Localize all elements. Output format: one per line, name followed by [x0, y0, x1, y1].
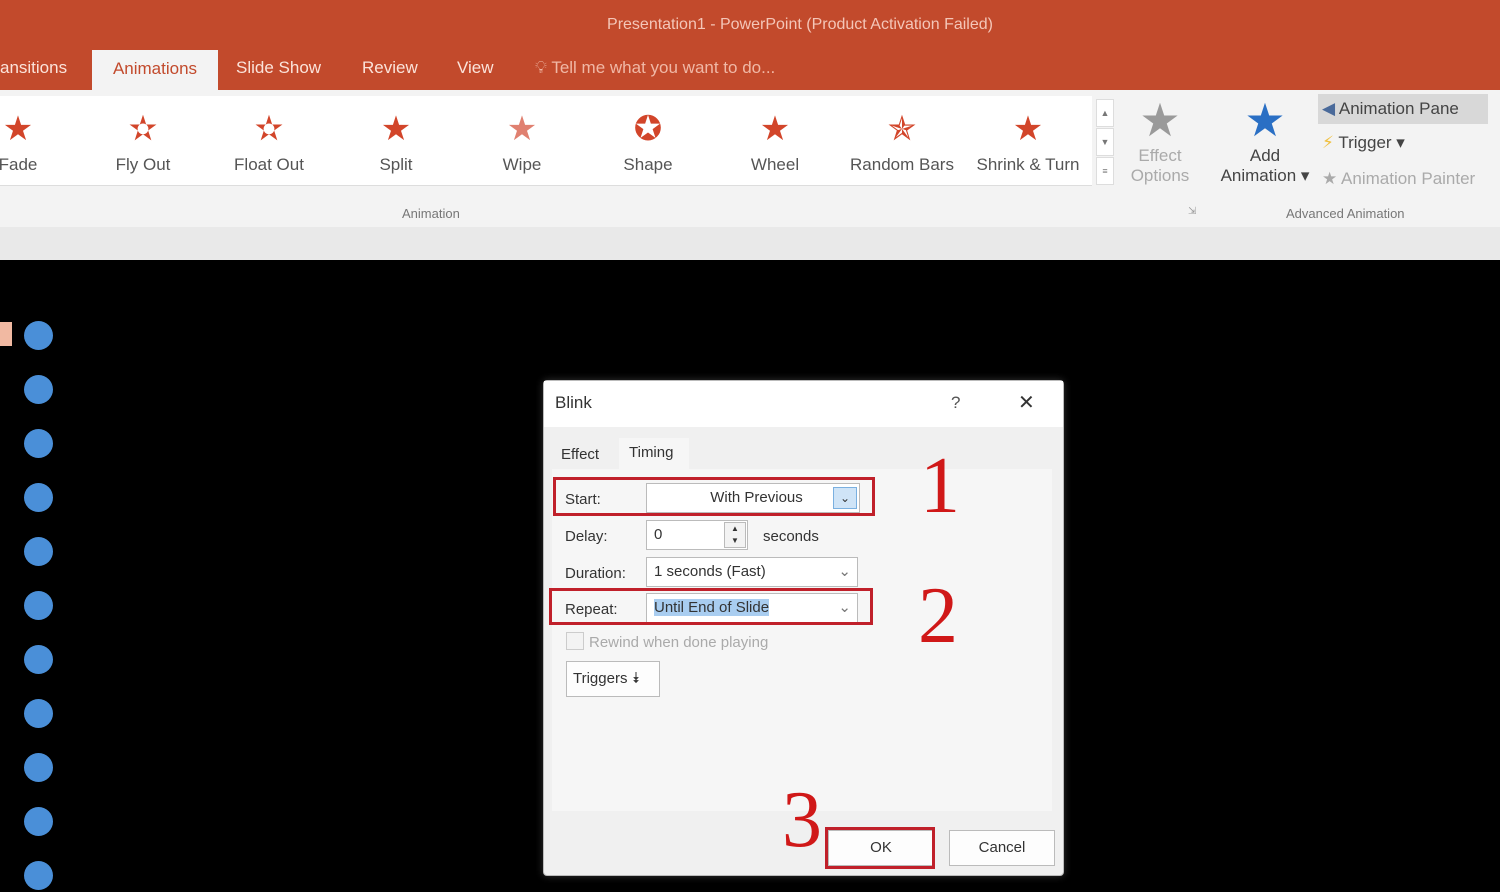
double-chevron-down-icon: ⯯: [631, 670, 641, 687]
chevron-down-icon: ⌄: [838, 563, 851, 580]
gallery-item-float-out[interactable]: ✫ Float Out: [209, 105, 329, 175]
slide-dot: [24, 321, 53, 350]
lightbulb-icon: 💡︎: [535, 58, 552, 77]
tab-transitions[interactable]: ansitions: [0, 58, 67, 78]
gallery-more[interactable]: ≡: [1096, 157, 1114, 185]
slide-dot: [24, 861, 53, 890]
gallery-item-shape[interactable]: ✪ Shape: [588, 105, 708, 175]
cancel-button[interactable]: Cancel: [949, 830, 1055, 866]
rewind-label: Rewind when done playing: [589, 634, 769, 651]
slide-dot: [24, 807, 53, 836]
trigger-button[interactable]: ⚡︎ Trigger ▾: [1322, 133, 1405, 153]
annotation-number-3: 3: [782, 776, 822, 864]
dialog-title-bar: Blink ? ✕: [544, 381, 1063, 427]
lightning-icon: ⚡︎: [1322, 133, 1339, 152]
animation-painter-button[interactable]: ★ Animation Painter: [1322, 169, 1475, 189]
rewind-checkbox[interactable]: [566, 632, 584, 650]
star-icon: ★: [759, 110, 791, 148]
delay-label: Delay:: [565, 528, 608, 545]
slide-dot: [24, 699, 53, 728]
annotation-box-ok: [825, 827, 935, 869]
slide-dot: [24, 753, 53, 782]
gallery-item-wipe[interactable]: ★ Wipe: [462, 105, 582, 175]
gallery-item-fade[interactable]: ★ Fade: [0, 105, 78, 175]
slide-dot: [24, 645, 53, 674]
star-icon: ★: [1139, 94, 1181, 146]
slide-dot: [24, 537, 53, 566]
dialog-launcher-icon[interactable]: ⇲: [1188, 206, 1196, 217]
star-icon: ★: [1012, 110, 1044, 148]
close-button[interactable]: ✕: [1018, 390, 1035, 415]
gallery-item-random-bars[interactable]: ✯ Random Bars: [842, 105, 962, 175]
duration-select[interactable]: 1 seconds (Fast) ⌄: [646, 557, 858, 587]
gallery-item-shrink-turn[interactable]: ★ Shrink & Turn: [968, 105, 1088, 175]
slide-dot: [24, 429, 53, 458]
slide-dot: [24, 591, 53, 620]
slide-thumbnail-marker: [0, 322, 12, 346]
gallery-item-split[interactable]: ★ Split: [336, 105, 456, 175]
tab-timing[interactable]: Timing: [619, 438, 689, 470]
ribbon-bottom-band: [0, 227, 1500, 260]
animation-pane-button[interactable]: ◀ Animation Pane: [1318, 94, 1488, 124]
add-animation-button[interactable]: ★ Add Animation ▾: [1210, 94, 1320, 186]
tell-me-search[interactable]: 💡︎ Tell me what you want to do...: [535, 58, 775, 78]
triggers-button[interactable]: Triggers ⯯: [566, 661, 660, 697]
gallery-item-fly-out[interactable]: ✫ Fly Out: [83, 105, 203, 175]
animation-pane-icon: ◀: [1322, 99, 1339, 118]
annotation-box-start: [553, 477, 875, 516]
help-button[interactable]: ?: [951, 393, 960, 413]
window-title: Presentation1 - PowerPoint (Product Acti…: [607, 16, 993, 33]
star-icon: ✯: [887, 110, 917, 148]
add-star-icon: ★: [1244, 94, 1286, 146]
group-label-animation: Animation: [402, 206, 460, 221]
annotation-box-repeat: [549, 588, 873, 625]
annotation-number-2: 2: [918, 572, 958, 660]
dialog-title: Blink: [555, 393, 592, 412]
delay-spinner[interactable]: ▲ ▼: [724, 522, 746, 548]
star-icon: ★: [380, 110, 412, 148]
star-icon: ✫: [254, 110, 284, 148]
slide-dot: [24, 375, 53, 404]
gallery-scroll-down[interactable]: ▼: [1096, 128, 1114, 156]
slide-dot: [24, 483, 53, 512]
tab-view[interactable]: View: [457, 58, 494, 78]
painter-icon: ★: [1322, 169, 1342, 188]
star-icon: ★: [506, 110, 538, 148]
tab-review[interactable]: Review: [362, 58, 418, 78]
gallery-item-wheel[interactable]: ★ Wheel: [715, 105, 835, 175]
gallery-scroll-up[interactable]: ▲: [1096, 99, 1114, 127]
tab-effect[interactable]: Effect: [561, 446, 599, 463]
annotation-number-1: 1: [920, 442, 960, 530]
delay-unit: seconds: [763, 528, 819, 545]
group-label-advanced-animation: Advanced Animation: [1286, 206, 1405, 221]
star-icon: ✪: [633, 110, 663, 148]
effect-options-button[interactable]: ★ Effect Options: [1118, 94, 1202, 186]
tab-animations[interactable]: Animations: [92, 50, 218, 92]
tab-slide-show[interactable]: Slide Show: [236, 58, 321, 78]
duration-label: Duration:: [565, 565, 626, 582]
star-icon: ★: [2, 110, 34, 148]
star-icon: ✫: [128, 110, 158, 148]
